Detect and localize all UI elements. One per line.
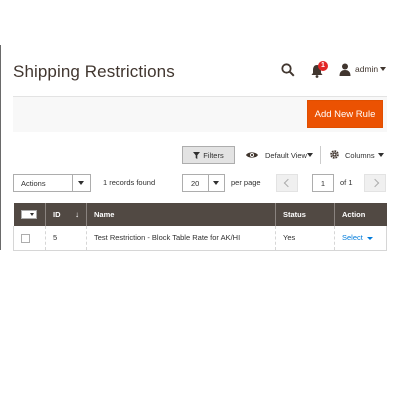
sort-arrow-icon[interactable]: ↓ [75, 210, 79, 219]
column-header-status[interactable]: Status [275, 203, 335, 226]
columns-control[interactable]: Columns [345, 151, 375, 160]
column-header-name[interactable]: Name [86, 203, 276, 226]
page-number-input[interactable] [312, 174, 334, 192]
view-selector[interactable]: Default View [265, 151, 307, 160]
cell-name: Test Restriction - Block Table Rate for … [86, 226, 276, 251]
chevron-down-icon[interactable] [72, 175, 90, 191]
grid-header-row: ID ↓ Name Status Action [13, 203, 387, 226]
records-count: 1 records found [103, 178, 156, 187]
filters-button[interactable]: Filters [182, 146, 235, 164]
data-grid: ID ↓ Name Status Action 5 Test Restrictio… [13, 203, 387, 251]
row-checkbox[interactable] [21, 233, 30, 243]
user-icon[interactable] [339, 63, 351, 76]
filters-label: Filters [203, 150, 224, 160]
notification-badge: 1 [318, 61, 328, 71]
chevron-down-icon[interactable] [208, 175, 224, 191]
cell-status: Yes [275, 226, 335, 251]
column-header-action: Action [334, 203, 387, 226]
next-page-button[interactable] [364, 174, 386, 192]
table-row: 5 Test Restriction - Block Table Rate fo… [13, 226, 387, 251]
chevron-down-icon[interactable] [307, 153, 313, 157]
page-actions-bar: Add New Rule [13, 96, 387, 132]
cell-id: 5 [45, 226, 87, 251]
search-icon[interactable] [281, 63, 295, 77]
mass-select-header[interactable] [13, 203, 46, 226]
divider [320, 146, 321, 164]
per-page-select[interactable]: 20 [182, 174, 225, 192]
chevron-down-icon[interactable] [380, 67, 386, 71]
chevron-down-icon[interactable] [378, 153, 384, 157]
row-action-select[interactable]: Select [342, 233, 363, 242]
per-page-value: 20 [191, 179, 200, 188]
previous-page-button[interactable] [276, 174, 298, 192]
add-new-rule-button[interactable]: Add New Rule [307, 100, 383, 128]
mass-actions-label: Actions [21, 179, 46, 188]
chevron-down-icon[interactable] [366, 236, 373, 240]
admin-user-menu[interactable]: admin [355, 64, 378, 74]
cell-action: Select [334, 226, 387, 251]
mass-select-checkbox[interactable] [20, 210, 37, 220]
page-border [0, 45, 1, 250]
eye-icon [246, 152, 258, 158]
per-page-label: per page [231, 178, 261, 187]
mass-actions-select[interactable]: Actions [13, 174, 91, 192]
column-header-id[interactable]: ID ↓ [45, 203, 87, 226]
funnel-icon [193, 151, 201, 159]
total-pages-label: of 1 [340, 178, 353, 187]
page-title: Shipping Restrictions [13, 62, 175, 81]
gear-icon [330, 150, 339, 159]
row-checkbox-cell[interactable] [13, 226, 46, 251]
